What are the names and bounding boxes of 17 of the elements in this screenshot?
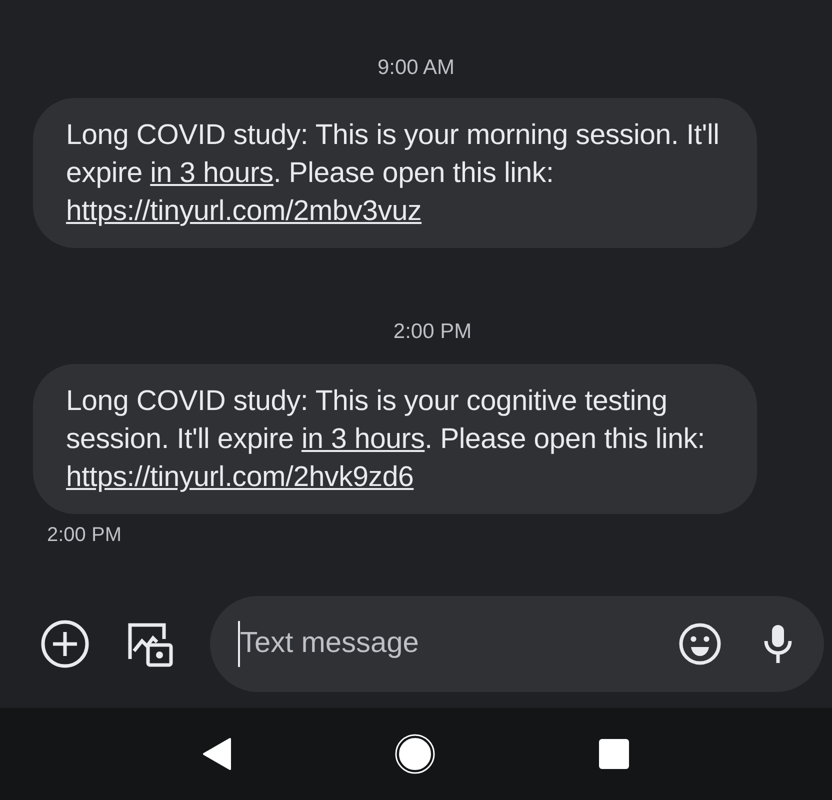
link[interactable]: in 3 hours <box>301 423 425 455</box>
message-input[interactable]: Text message <box>238 621 678 667</box>
link[interactable]: https://tinyurl.com/2hvk9zd6 <box>66 461 414 493</box>
message-bubble: Long COVID study: This is your cognitive testing session. It'll expire in 3 hours. Please open this link: https://tinyurl.com/2hvk9zd6 <box>33 364 757 514</box>
message-field[interactable]: Text message <box>210 596 824 692</box>
microphone-icon[interactable] <box>762 623 794 665</box>
timestamp: 2:00 PM <box>393 320 472 342</box>
add-icon[interactable] <box>40 619 90 669</box>
back-icon[interactable] <box>202 737 232 771</box>
home-icon[interactable] <box>394 734 435 774</box>
link[interactable]: in 3 hours <box>150 156 274 188</box>
link[interactable]: https://tinyurl.com/2mbv3vuz <box>66 194 422 226</box>
emoji-icon[interactable] <box>678 622 722 666</box>
timestamp: 9:00 AM <box>377 56 455 79</box>
message-bubble: Long COVID study: This is your morning session. It'll expire in 3 hours. Please open this link: https://tinyurl.com/2mbv3vuz <box>33 98 757 248</box>
recents-icon[interactable] <box>598 738 630 770</box>
message-time: 2:00 PM <box>47 524 122 546</box>
